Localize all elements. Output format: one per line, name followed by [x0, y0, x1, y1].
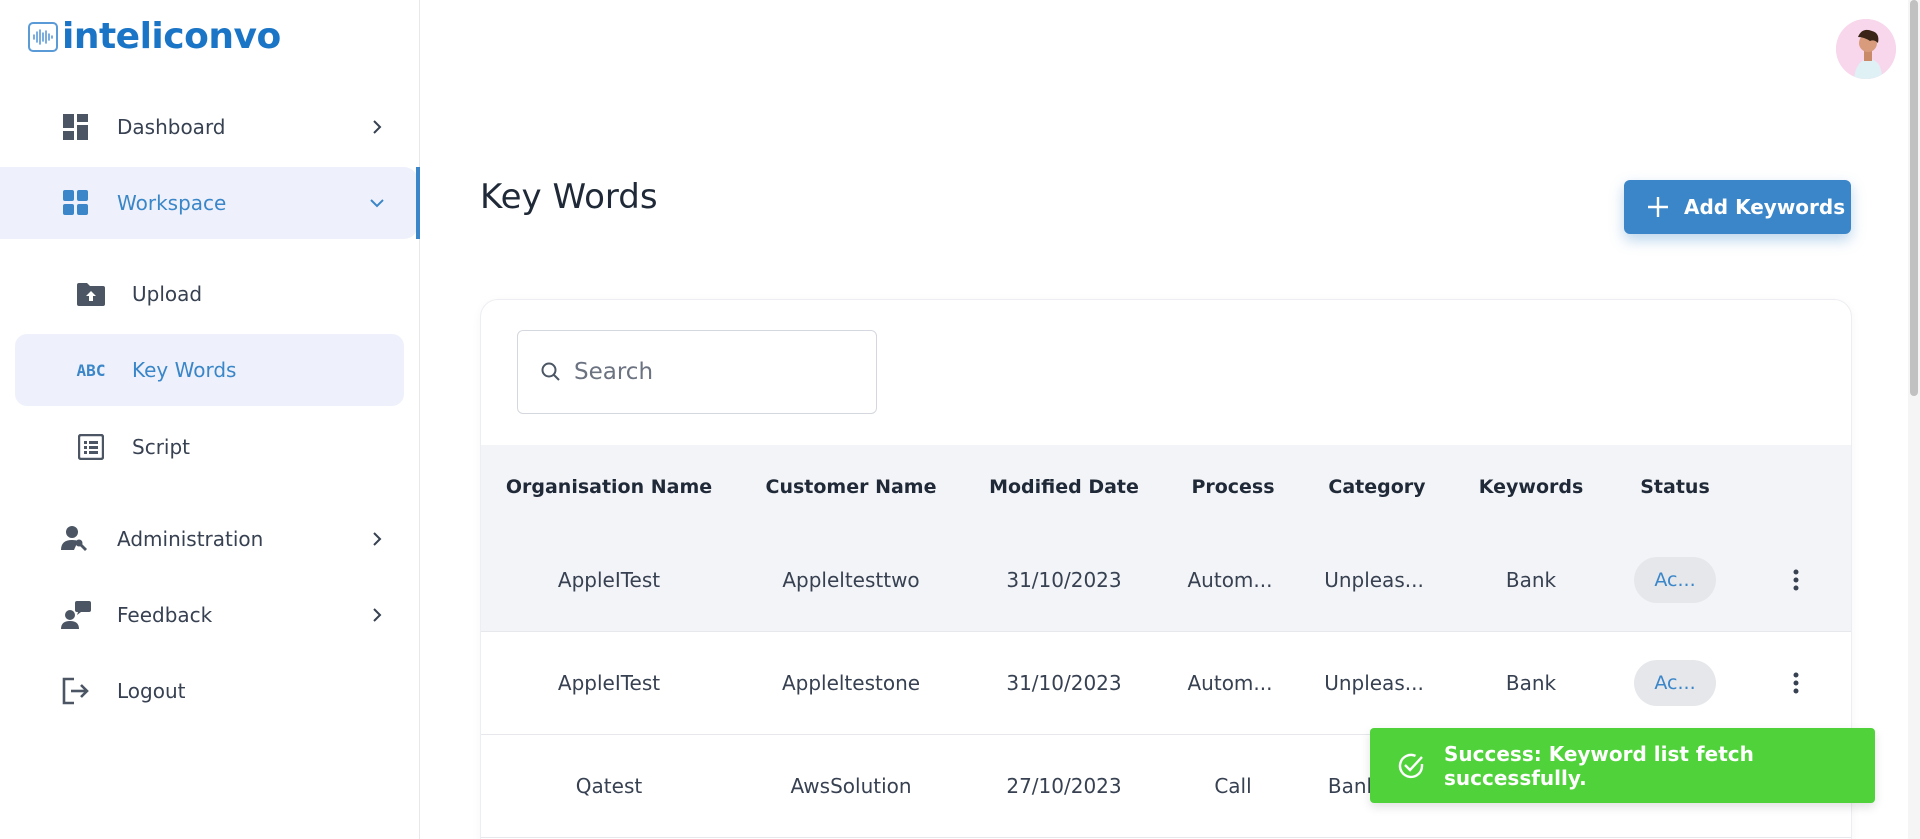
sidebar-subitem-keywords[interactable]: ABC Key Words — [15, 334, 404, 406]
table-row[interactable]: AppleITest Appleltestone 31/10/2023 Auto… — [481, 632, 1851, 735]
cell-modified-date: 27/10/2023 — [1006, 774, 1122, 798]
sidebar: inteliconvo Dashboard Workspace Upload A… — [0, 0, 420, 839]
dashboard-icon — [60, 111, 92, 143]
sidebar-item-workspace[interactable]: Workspace — [0, 167, 418, 239]
sidebar-item-label: Dashboard — [117, 115, 226, 139]
chevron-right-icon — [368, 118, 386, 136]
column-header-keywords[interactable]: Keywords — [1479, 476, 1584, 498]
sidebar-item-label: Upload — [132, 282, 203, 306]
sidebar-item-label: Administration — [117, 527, 264, 551]
table-row[interactable]: AppleITest Appleltesttwo 31/10/2023 Auto… — [481, 529, 1851, 632]
cell-category: Unpleas... — [1324, 568, 1424, 592]
sidebar-item-administration[interactable]: Administration — [0, 503, 420, 575]
list-alt-icon — [75, 431, 107, 463]
cell-category: Unpleas... — [1324, 671, 1424, 695]
avatar[interactable] — [1836, 19, 1896, 79]
column-header-status[interactable]: Status — [1640, 476, 1710, 498]
cell-keywords: Bank — [1505, 568, 1557, 592]
abc-icon: ABC — [76, 360, 106, 380]
sidebar-item-label: Logout — [117, 679, 186, 703]
active-indicator — [416, 167, 420, 239]
sidebar-item-label: Feedback — [117, 603, 213, 627]
sidebar-item-dashboard[interactable]: Dashboard — [0, 91, 420, 163]
column-header-organisation[interactable]: Organisation Name — [506, 476, 712, 498]
audio-wave-icon — [28, 22, 58, 52]
admin-user-wrench-icon — [60, 523, 92, 555]
cell-process: Call — [1214, 774, 1252, 798]
cell-customer: AwsSolution — [790, 774, 912, 798]
grid-icon — [60, 187, 92, 219]
sidebar-item-feedback[interactable]: Feedback — [0, 579, 420, 651]
search-input[interactable] — [574, 359, 864, 385]
cell-process: Autom... — [1187, 671, 1273, 695]
search-icon — [541, 362, 560, 381]
cell-organisation: AppleITest — [557, 568, 661, 592]
page-title: Key Words — [480, 177, 658, 217]
more-vert-icon[interactable] — [1784, 566, 1808, 594]
add-keywords-button[interactable]: Add Keywords — [1624, 180, 1851, 234]
cell-customer: Appleltestone — [781, 671, 921, 695]
success-toast[interactable]: Success: Keyword list fetch successfully… — [1370, 728, 1875, 803]
status-badge[interactable]: Ac... — [1634, 660, 1716, 706]
sidebar-item-label: Workspace — [117, 191, 227, 215]
logout-icon — [60, 675, 92, 707]
sidebar-item-logout[interactable]: Logout — [0, 655, 420, 727]
chevron-down-icon — [368, 194, 386, 212]
add-keywords-label: Add Keywords — [1684, 195, 1846, 219]
brand-name: inteliconvo — [62, 16, 281, 57]
cell-modified-date: 31/10/2023 — [1006, 671, 1122, 695]
brand-logo[interactable]: inteliconvo — [28, 18, 281, 56]
cell-organisation: AppleITest — [557, 671, 661, 695]
sidebar-item-label: Key Words — [132, 358, 237, 382]
cell-customer: Appleltesttwo — [782, 568, 920, 592]
feedback-icon — [60, 599, 92, 631]
chevron-right-icon — [368, 530, 386, 548]
sidebar-subitem-script[interactable]: Script — [15, 411, 404, 483]
search-box[interactable] — [517, 330, 877, 414]
sidebar-subitem-upload[interactable]: Upload — [15, 258, 404, 330]
toast-message: Success: Keyword list fetch successfully… — [1444, 741, 1754, 790]
more-vert-icon[interactable] — [1784, 669, 1808, 697]
column-header-category[interactable]: Category — [1328, 476, 1425, 498]
plus-icon — [1646, 195, 1670, 219]
cell-process: Autom... — [1187, 568, 1273, 592]
chevron-right-icon — [368, 606, 386, 624]
cell-modified-date: 31/10/2023 — [1006, 568, 1122, 592]
folder-upload-icon — [75, 278, 107, 310]
app-root: inteliconvo Dashboard Workspace Upload A… — [0, 0, 1920, 839]
check-circle-icon — [1396, 751, 1426, 781]
cell-keywords: Bank — [1505, 671, 1557, 695]
column-header-modified-date[interactable]: Modified Date — [989, 476, 1139, 498]
table-header: Organisation Name Customer Name Modified… — [481, 445, 1851, 529]
status-badge[interactable]: Ac... — [1634, 557, 1716, 603]
column-header-customer[interactable]: Customer Name — [766, 476, 937, 498]
column-header-process[interactable]: Process — [1191, 476, 1274, 498]
page-scrollbar-thumb[interactable] — [1910, 0, 1918, 396]
sidebar-item-label: Script — [132, 435, 191, 459]
cell-organisation: Qatest — [575, 774, 643, 798]
